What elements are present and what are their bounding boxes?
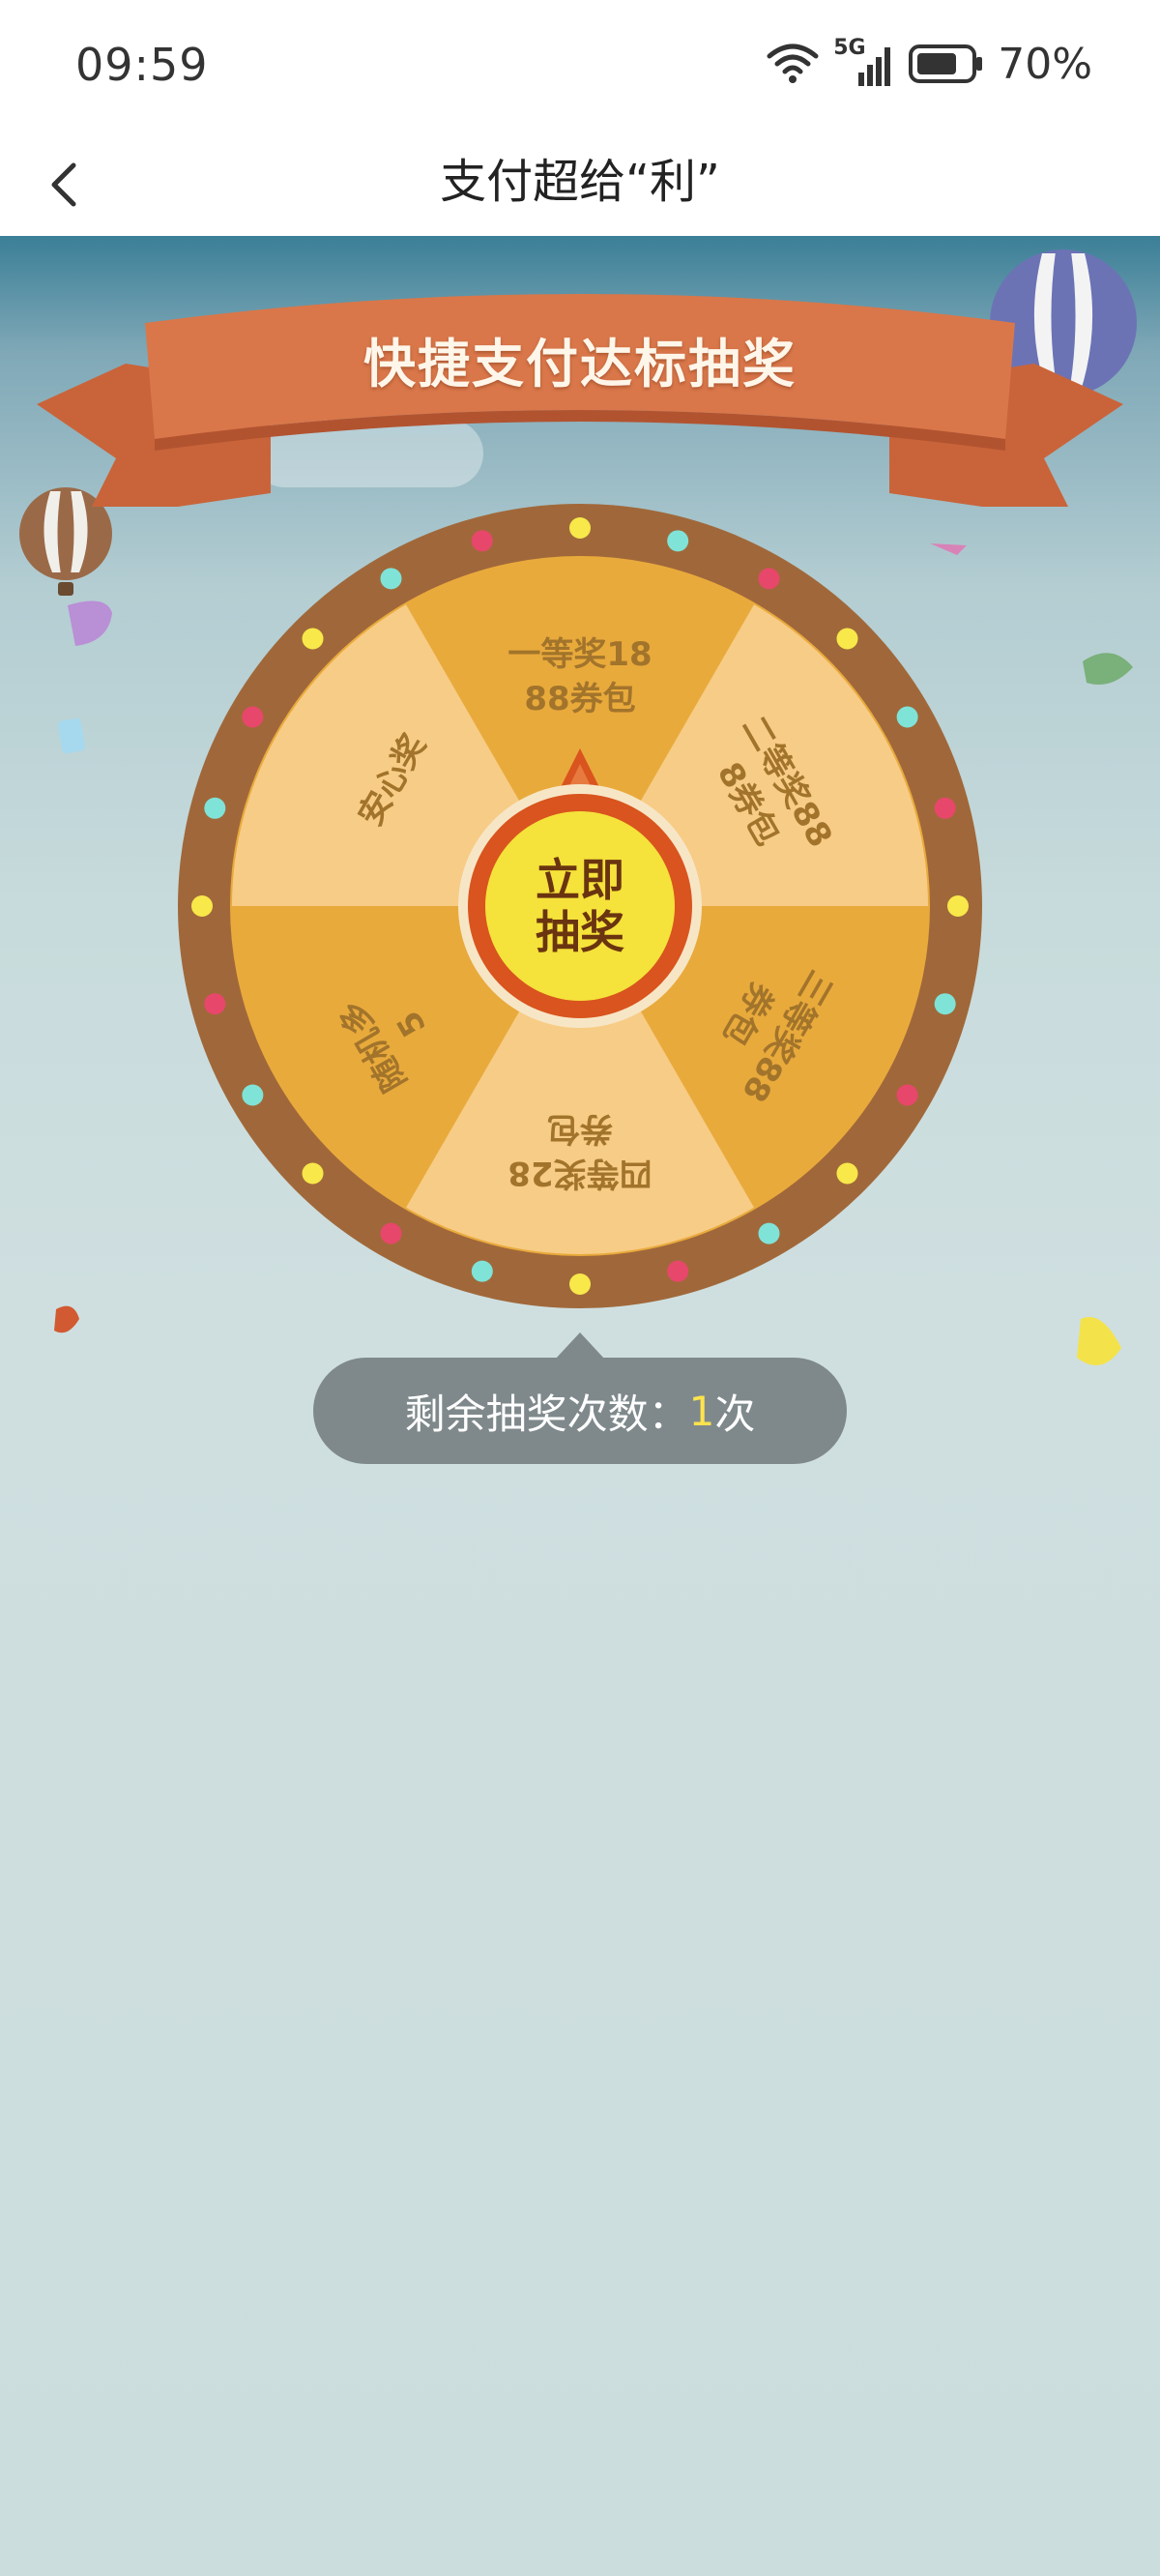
status-icons: 5G 70% [766,36,1092,91]
rim-light [836,1162,858,1185]
rim-light [471,530,493,552]
rim-light [569,1273,591,1295]
rim-light [242,1084,264,1106]
status-time: 09:59 [75,39,209,91]
pill-pointer [555,1332,605,1360]
draw-button-line1: 立即 [536,854,624,906]
rim-light [667,530,689,552]
lottery-stage: 快捷支付达标抽奖 一等奖18 88券包 二等奖88 8券包 三等奖88 券包 四… [0,236,1160,2576]
draw-button-line2: 抽奖 [536,906,624,958]
status-bar: 09:59 5G 70% [0,0,1160,133]
prize-text-4b: 券包 [547,1109,613,1148]
rim-light [302,1162,324,1185]
nav-bar: 支付超给“利” [0,133,1160,236]
rim-light [204,993,226,1015]
rim-light [302,628,324,650]
rim-light [204,797,226,819]
page-title: 支付超给“利” [440,155,720,209]
prize-text-1b: 88券包 [524,680,636,718]
wifi-icon [767,44,819,83]
rim-light [758,1222,780,1244]
prize-label-fourth: 四等奖28 券包 [483,1106,677,1195]
prize-text-4a: 四等奖28 [508,1154,652,1192]
rim-light [896,706,918,728]
rim-light [242,706,264,728]
rim-light [934,797,956,819]
draw-button[interactable]: 立即 抽奖 [488,814,672,998]
rim-light [947,895,969,917]
battery-icon [909,44,983,83]
rim-light [380,1222,402,1244]
rim-light [896,1084,918,1106]
remaining-draws-label: 剩余抽奖次数： [404,1390,689,1438]
rim-light [569,517,591,539]
rim-light [667,1260,689,1282]
rim-light [758,568,780,590]
remaining-draws-unit: 次 [714,1390,756,1438]
remaining-draws: 剩余抽奖次数： 1 次 [313,1358,847,1464]
prize-text-1a: 一等奖18 [508,635,652,674]
remaining-draws-count: 1 [688,1387,715,1435]
rim-light [380,568,402,590]
signal-icon: 5G [833,36,895,88]
battery-percent: 70% [998,39,1092,89]
rim-light [191,895,213,917]
prize-label-first: 一等奖18 88券包 [483,632,677,721]
rim-light [836,628,858,650]
rim-light [934,993,956,1015]
rim-light [471,1260,493,1282]
